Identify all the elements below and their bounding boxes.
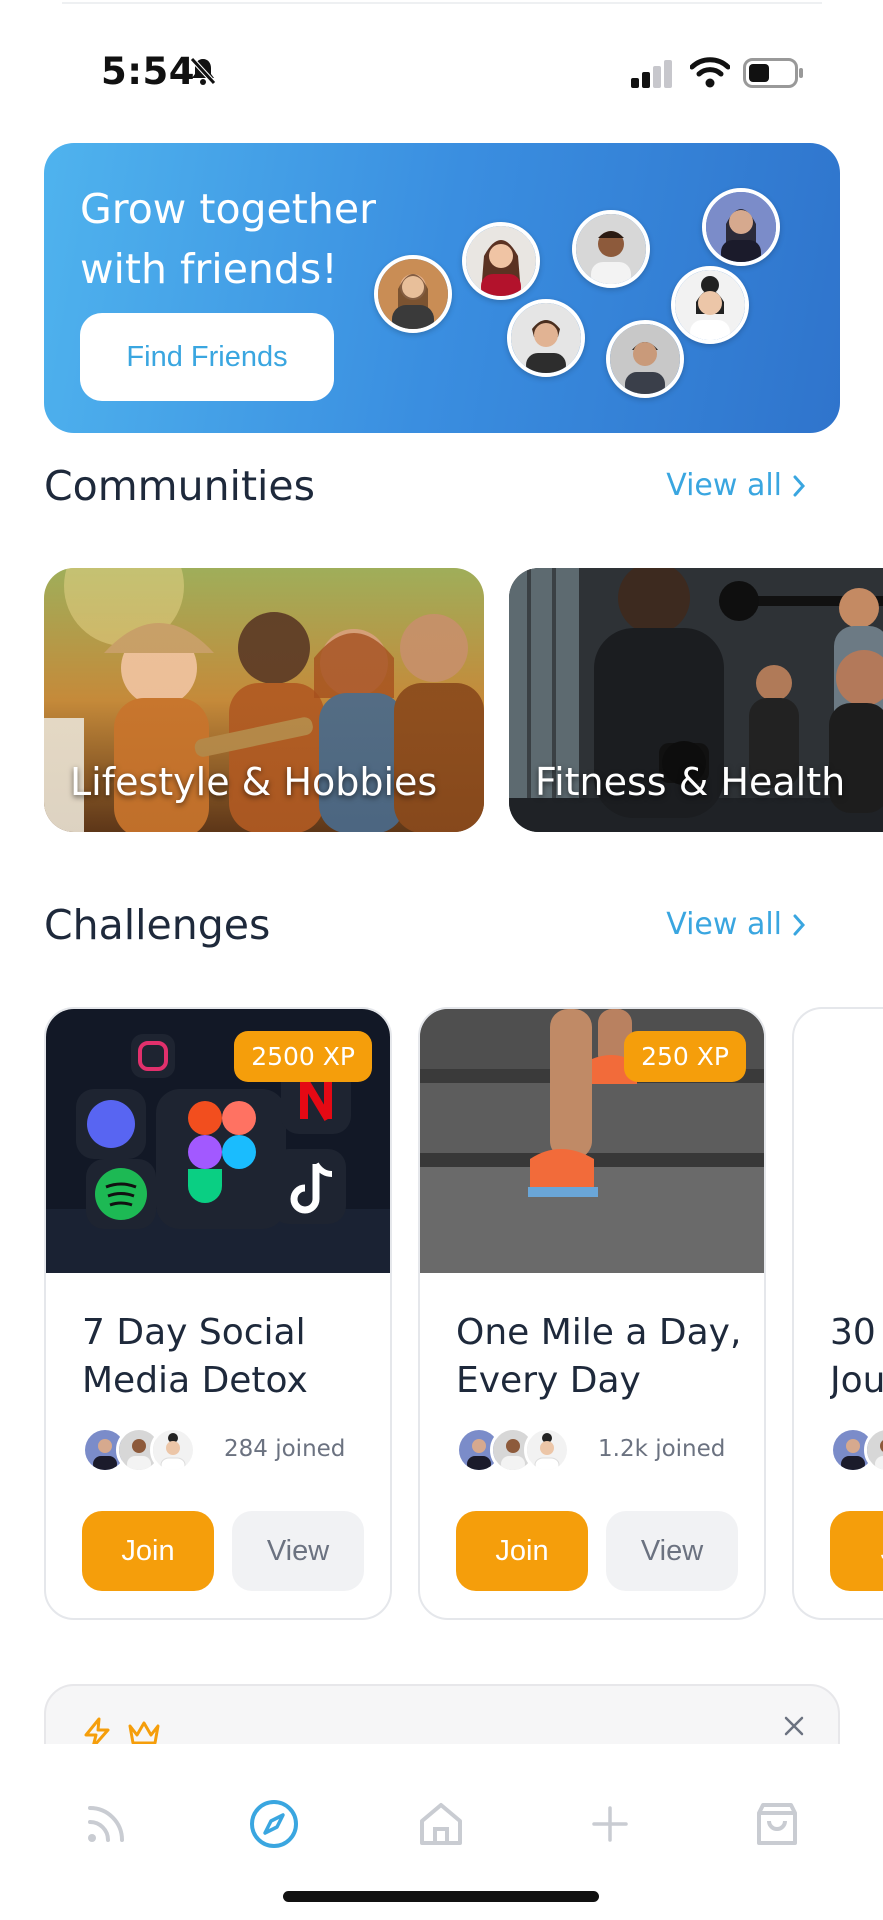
community-label: Fitness & Health bbox=[535, 760, 846, 804]
friend-avatar bbox=[606, 320, 684, 398]
view-all-label: View all bbox=[666, 907, 782, 942]
avatar bbox=[524, 1427, 570, 1473]
friend-avatar bbox=[462, 222, 540, 300]
communities-title: Communities bbox=[44, 462, 316, 510]
explore-icon[interactable] bbox=[244, 1794, 304, 1854]
friend-avatar bbox=[374, 255, 452, 333]
feed-icon[interactable] bbox=[76, 1794, 136, 1854]
join-button[interactable]: Jo bbox=[830, 1511, 883, 1591]
join-button[interactable]: Join bbox=[456, 1511, 588, 1591]
challenge-title: One Mile a Day, Every Day bbox=[456, 1312, 742, 1401]
add-icon[interactable] bbox=[580, 1794, 640, 1854]
communities-header: Communities View all bbox=[44, 462, 840, 518]
view-all-label: View all bbox=[666, 468, 782, 503]
wifi-icon bbox=[689, 56, 731, 92]
challenge-card[interactable]: 30 Jou Jo bbox=[792, 1007, 883, 1620]
communities-view-all[interactable]: View all bbox=[666, 468, 806, 503]
home-indicator bbox=[283, 1891, 599, 1902]
join-button[interactable]: Join bbox=[82, 1511, 214, 1591]
battery-icon bbox=[743, 58, 805, 92]
community-label: Lifestyle & Hobbies bbox=[70, 760, 438, 804]
challenges-title: Challenges bbox=[44, 901, 271, 949]
hero-title: Grow together with friends! bbox=[80, 185, 376, 293]
bell-slash-icon bbox=[188, 56, 218, 90]
community-card-lifestyle[interactable]: Lifestyle & Hobbies bbox=[44, 568, 484, 832]
joined-count: 284 joined bbox=[224, 1436, 346, 1462]
challenge-card[interactable]: 2500 XP 7 Day Social Media Detox 284 joi… bbox=[44, 1007, 392, 1620]
xp-badge: 250 XP bbox=[624, 1031, 746, 1082]
chevron-right-icon bbox=[793, 914, 806, 935]
challenge-title: 7 Day Social Media Detox bbox=[82, 1312, 308, 1401]
find-friends-button[interactable]: Find Friends bbox=[80, 313, 334, 401]
close-icon[interactable] bbox=[782, 1714, 806, 1742]
challenge-card[interactable]: 250 XP One Mile a Day, Every Day 1.2k jo… bbox=[418, 1007, 766, 1620]
friend-avatar bbox=[702, 188, 780, 266]
challenge-image bbox=[794, 1009, 883, 1273]
community-card-fitness[interactable]: Fitness & Health bbox=[509, 568, 883, 832]
find-friends-banner: Grow together with friends! Find Friends bbox=[44, 143, 840, 433]
friend-avatar bbox=[507, 299, 585, 377]
signal-icon bbox=[631, 60, 675, 92]
status-bar: 5:54 bbox=[0, 50, 883, 94]
home-icon[interactable] bbox=[411, 1794, 471, 1854]
challenge-title: 30 Jou bbox=[830, 1312, 883, 1401]
friend-avatar bbox=[671, 266, 749, 344]
top-divider bbox=[62, 0, 822, 4]
challenges-view-all[interactable]: View all bbox=[666, 907, 806, 942]
shop-icon[interactable] bbox=[747, 1794, 807, 1854]
status-time: 5:54 bbox=[101, 50, 196, 93]
chevron-right-icon bbox=[793, 475, 806, 496]
avatar bbox=[150, 1427, 196, 1473]
challenges-header: Challenges View all bbox=[44, 901, 840, 957]
view-button[interactable]: View bbox=[606, 1511, 738, 1591]
joined-count: 1.2k joined bbox=[598, 1436, 726, 1462]
friend-avatar bbox=[572, 210, 650, 288]
xp-badge: 2500 XP bbox=[234, 1031, 372, 1082]
view-button[interactable]: View bbox=[232, 1511, 364, 1591]
